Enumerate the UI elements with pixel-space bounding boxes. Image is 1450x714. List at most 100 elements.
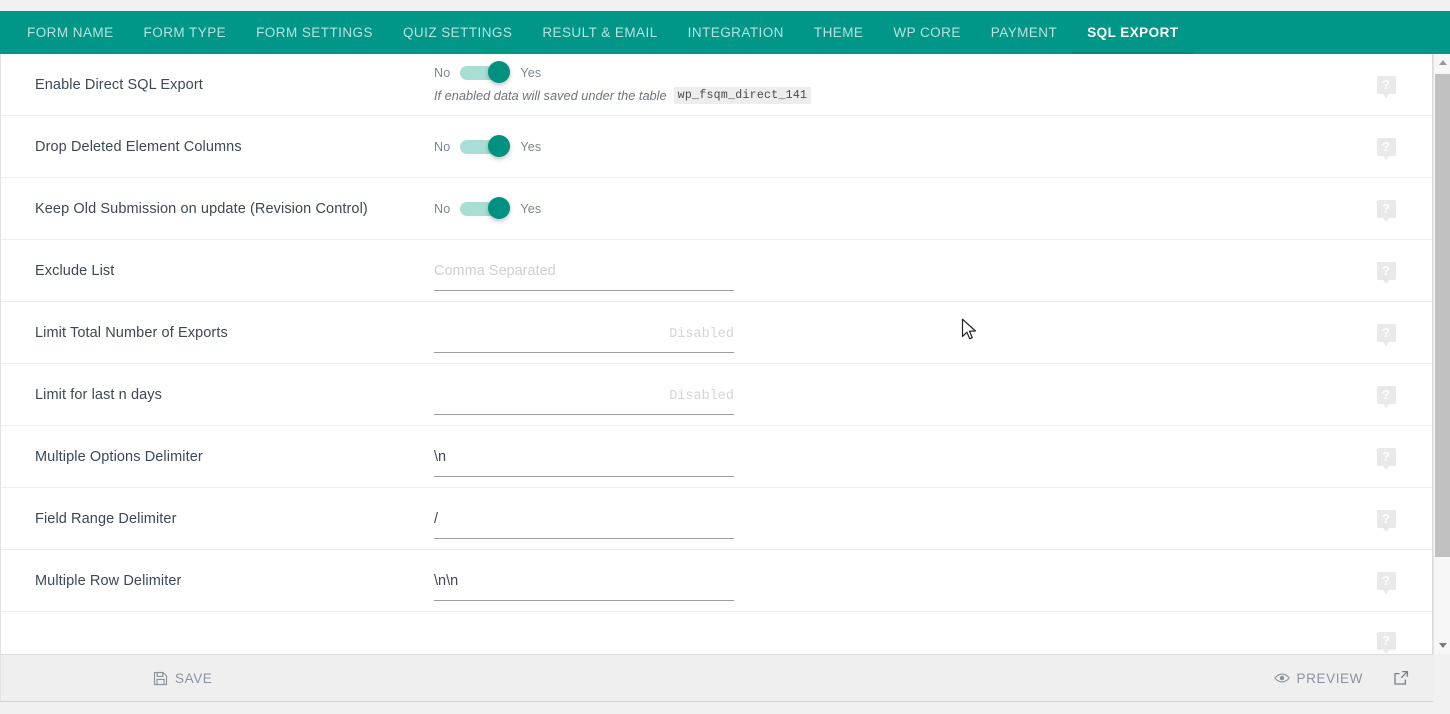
setting-label: Multiple Options Delimiter bbox=[35, 448, 203, 465]
help-icon[interactable]: ? bbox=[1376, 632, 1396, 654]
setting-label: Keep Old Submission on update (Revision … bbox=[35, 200, 368, 217]
setting-help-cell: ? bbox=[1356, 178, 1416, 239]
help-icon[interactable]: ? bbox=[1376, 447, 1396, 470]
scroll-down-button[interactable] bbox=[1434, 637, 1450, 654]
tab-form-name[interactable]: FORM NAME bbox=[12, 11, 129, 54]
setting-row-field-range-delimiter: Field Range Delimiter ? bbox=[1, 488, 1432, 550]
setting-label: Field Range Delimiter bbox=[35, 510, 177, 527]
tab-quiz-settings[interactable]: QUIZ SETTINGS bbox=[388, 11, 527, 54]
setting-hint: If enabled data will saved under the tab… bbox=[434, 87, 1356, 104]
help-icon[interactable]: ? bbox=[1376, 323, 1396, 346]
setting-help-cell-partial: ? bbox=[1356, 612, 1416, 654]
save-label: SAVE bbox=[175, 670, 213, 686]
help-icon[interactable]: ? bbox=[1376, 75, 1396, 98]
help-icon[interactable]: ? bbox=[1376, 385, 1396, 408]
setting-control: No Yes bbox=[401, 116, 1356, 177]
help-icon[interactable]: ? bbox=[1376, 261, 1396, 284]
tab-form-type[interactable]: FORM TYPE bbox=[129, 11, 242, 54]
toggle-knob[interactable] bbox=[488, 135, 511, 157]
toggle-on-label: Yes bbox=[520, 65, 542, 80]
tab-label: QUIZ SETTINGS bbox=[402, 25, 513, 40]
setting-label-partial bbox=[1, 612, 401, 654]
scrollbar-thumb[interactable] bbox=[1435, 74, 1450, 557]
help-icon[interactable]: ? bbox=[1376, 199, 1396, 222]
tab-label: FORM SETTINGS bbox=[256, 25, 373, 40]
help-icon[interactable]: ? bbox=[1376, 571, 1396, 594]
toggle-keep-old-submission[interactable]: No Yes bbox=[434, 197, 1356, 219]
settings-panel: Enable Direct SQL Export No Yes If enabl… bbox=[0, 54, 1433, 654]
setting-help-cell: ? bbox=[1356, 364, 1416, 425]
setting-help-cell: ? bbox=[1356, 488, 1416, 549]
tab-theme[interactable]: THEME bbox=[799, 11, 879, 54]
tab-label: PAYMENT bbox=[990, 25, 1058, 40]
setting-label: Enable Direct SQL Export bbox=[35, 76, 203, 93]
setting-help-cell: ? bbox=[1356, 550, 1416, 611]
toggle-switch[interactable] bbox=[460, 135, 511, 157]
toggle-knob[interactable] bbox=[488, 197, 511, 219]
setting-control bbox=[401, 240, 1356, 301]
toggle-drop-deleted-element-columns[interactable]: No Yes bbox=[434, 135, 1356, 157]
multiple-row-delimiter-input[interactable] bbox=[434, 570, 734, 601]
setting-control bbox=[401, 364, 1356, 425]
vertical-scrollbar[interactable] bbox=[1433, 54, 1450, 654]
tab-label: FORM NAME bbox=[27, 25, 114, 40]
setting-label: Drop Deleted Element Columns bbox=[35, 138, 242, 155]
hint-text: If enabled data will saved under the tab… bbox=[434, 88, 667, 103]
setting-row-partial: ? bbox=[1, 612, 1432, 654]
field-range-delimiter-input[interactable] bbox=[434, 508, 734, 539]
setting-label: Limit Total Number of Exports bbox=[35, 324, 228, 341]
help-icon[interactable]: ? bbox=[1376, 509, 1396, 532]
toggle-off-label: No bbox=[434, 65, 451, 80]
tab-form-settings[interactable]: FORM SETTINGS bbox=[241, 11, 388, 54]
toggle-switch[interactable] bbox=[460, 197, 511, 219]
setting-control bbox=[401, 302, 1356, 363]
setting-help-cell: ? bbox=[1356, 54, 1416, 115]
limit-last-n-days-input[interactable] bbox=[434, 384, 734, 415]
toggle-off-label: No bbox=[434, 201, 451, 216]
preview-button[interactable]: PREVIEW bbox=[1273, 670, 1363, 686]
toggle-enable-direct-sql-export[interactable]: No Yes bbox=[434, 61, 1356, 83]
floppy-disk-icon bbox=[153, 671, 168, 686]
scroll-up-button[interactable] bbox=[1434, 54, 1450, 71]
setting-control bbox=[401, 426, 1356, 487]
setting-row-multiple-row-delimiter: Multiple Row Delimiter ? bbox=[1, 550, 1432, 612]
hint-table-name: wp_fsqm_direct_141 bbox=[673, 87, 812, 104]
tab-label: WP CORE bbox=[893, 25, 961, 40]
toggle-switch[interactable] bbox=[460, 61, 511, 83]
setting-control bbox=[401, 488, 1356, 549]
tab-label: RESULT & EMAIL bbox=[542, 25, 658, 40]
tab-integration[interactable]: INTEGRATION bbox=[673, 11, 799, 54]
tab-sql-export[interactable]: SQL EXPORT bbox=[1072, 11, 1194, 54]
setting-row-limit-last-n-days: Limit for last n days ? bbox=[1, 364, 1432, 426]
setting-label: Multiple Row Delimiter bbox=[35, 572, 182, 589]
setting-row-exclude-list: Exclude List ? bbox=[1, 240, 1432, 302]
tab-label: THEME bbox=[813, 25, 864, 40]
setting-row-drop-deleted-element-columns: Drop Deleted Element Columns No Yes ? bbox=[1, 116, 1432, 178]
open-external-button[interactable] bbox=[1393, 670, 1409, 686]
multiple-options-delimiter-input[interactable] bbox=[434, 446, 734, 477]
eye-icon bbox=[1273, 672, 1290, 684]
external-link-icon bbox=[1393, 670, 1409, 686]
setting-help-cell: ? bbox=[1356, 116, 1416, 177]
tab-result-email[interactable]: RESULT & EMAIL bbox=[527, 11, 672, 54]
preview-label: PREVIEW bbox=[1296, 670, 1363, 686]
tab-payment[interactable]: PAYMENT bbox=[976, 11, 1072, 54]
setting-control-partial bbox=[401, 612, 1356, 654]
setting-control: No Yes bbox=[401, 178, 1356, 239]
setting-row-keep-old-submission: Keep Old Submission on update (Revision … bbox=[1, 178, 1432, 240]
setting-control bbox=[401, 550, 1356, 611]
setting-control: No Yes If enabled data will saved under … bbox=[401, 54, 1356, 115]
tab-wp-core[interactable]: WP CORE bbox=[878, 11, 975, 54]
toggle-knob[interactable] bbox=[488, 61, 511, 83]
help-icon[interactable]: ? bbox=[1376, 137, 1396, 160]
setting-help-cell: ? bbox=[1356, 302, 1416, 363]
toggle-off-label: No bbox=[434, 139, 451, 154]
tab-bar: FORM NAME FORM TYPE FORM SETTINGS QUIZ S… bbox=[0, 11, 1450, 54]
limit-total-exports-input[interactable] bbox=[434, 322, 734, 353]
top-strip bbox=[0, 0, 1450, 11]
setting-row-limit-total-exports: Limit Total Number of Exports ? bbox=[1, 302, 1432, 364]
chevron-up-icon bbox=[1438, 60, 1447, 65]
setting-help-cell: ? bbox=[1356, 426, 1416, 487]
exclude-list-input[interactable] bbox=[434, 260, 734, 291]
save-button[interactable]: SAVE bbox=[153, 671, 212, 686]
